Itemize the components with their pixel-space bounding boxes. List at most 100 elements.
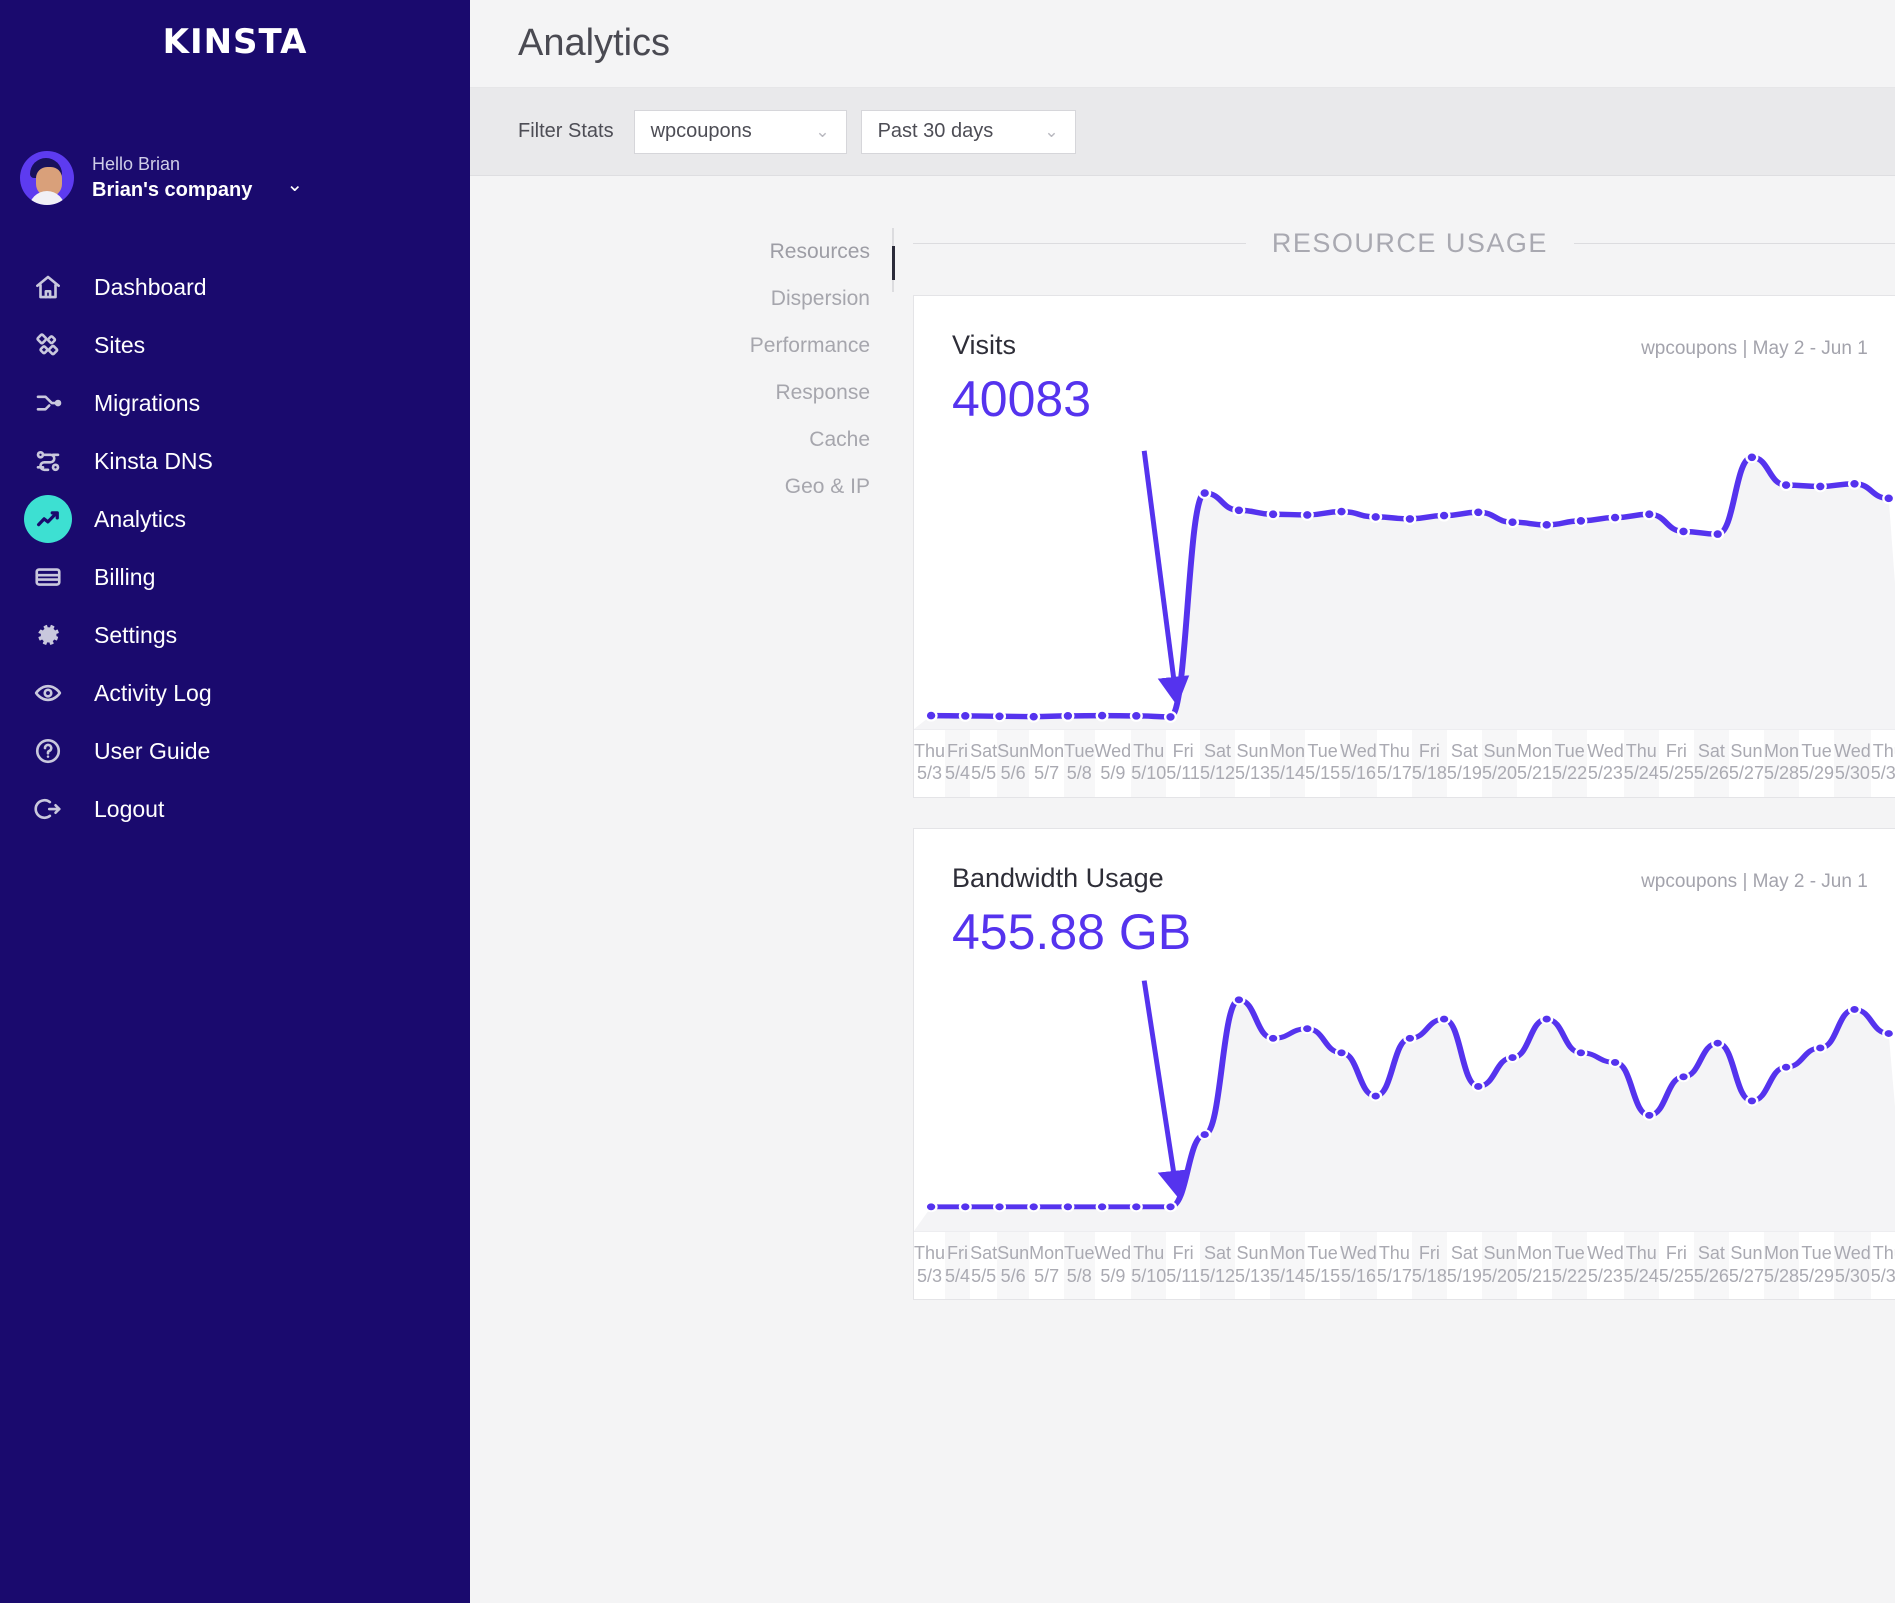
axis-tick-dow: Sat bbox=[1447, 740, 1482, 763]
tab-response[interactable]: Response bbox=[712, 369, 870, 416]
sidebar-item-migrations[interactable]: Migrations bbox=[0, 374, 470, 432]
date-range-value: Past 30 days bbox=[878, 120, 994, 143]
axis-tick-dow: Thu bbox=[1377, 1242, 1412, 1265]
section-header: RESOURCE USAGE bbox=[913, 228, 1895, 259]
axis-tick: Fri 5/25 bbox=[1659, 1232, 1694, 1299]
axis-tick-dow: Fri bbox=[1166, 1242, 1200, 1265]
axis-tick-date: 5/26 bbox=[1694, 1265, 1729, 1288]
sidebar-item-kinsta-dns[interactable]: Kinsta DNS bbox=[0, 432, 470, 490]
axis-tick-dow: Thu bbox=[914, 1242, 945, 1265]
chevron-down-icon[interactable]: ⌄ bbox=[286, 172, 303, 197]
axis-tick-date: 5/28 bbox=[1764, 1265, 1799, 1288]
axis-tick-dow: Fri bbox=[1659, 1242, 1694, 1265]
sidebar-item-billing[interactable]: Billing bbox=[0, 548, 470, 606]
axis-tick: Sun 5/27 bbox=[1729, 1232, 1764, 1299]
app-root: KINSTA Hello Brian Brian's company ⌄ Das… bbox=[0, 0, 1895, 1603]
sidebar: KINSTA Hello Brian Brian's company ⌄ Das… bbox=[0, 0, 470, 1603]
axis-tick-dow: Sun bbox=[1729, 1242, 1764, 1265]
axis-tick: Tue 5/15 bbox=[1305, 1232, 1340, 1299]
axis-tick-dow: Tue bbox=[1064, 1242, 1094, 1265]
axis-tick: Thu 5/10 bbox=[1131, 1232, 1166, 1299]
axis-tick-dow: Sun bbox=[1235, 1242, 1270, 1265]
axis-tick-dow: Sun bbox=[1729, 740, 1764, 763]
axis-tick-dow: Thu bbox=[1131, 740, 1166, 763]
axis-tick-date: 5/17 bbox=[1377, 762, 1412, 785]
axis-tick-dow: Sat bbox=[1200, 1242, 1235, 1265]
avatar-collar bbox=[29, 191, 65, 205]
axis-tick: Thu 5/17 bbox=[1377, 730, 1412, 797]
axis-tick-dow: Mon bbox=[1029, 740, 1064, 763]
axis-tick: Thu 5/3 bbox=[914, 730, 945, 797]
sidebar-item-logout[interactable]: Logout bbox=[0, 780, 470, 838]
card-value: 455.88 GB bbox=[914, 894, 1895, 962]
line-chart[interactable] bbox=[914, 961, 1895, 1231]
sidebar-item-activity-log[interactable]: Activity Log bbox=[0, 664, 470, 722]
sidebar-item-analytics[interactable]: Analytics bbox=[0, 490, 470, 548]
tab-geo-ip[interactable]: Geo & IP bbox=[712, 463, 870, 510]
chart-area[interactable] bbox=[914, 429, 1895, 729]
sidebar-item-label: Billing bbox=[94, 564, 155, 591]
axis-tick: Sun 5/13 bbox=[1235, 1232, 1270, 1299]
sidebar-nav: DashboardSitesMigrationsKinsta DNSAnalyt… bbox=[0, 258, 470, 838]
question-icon bbox=[24, 727, 72, 775]
axis-tick: Tue 5/29 bbox=[1799, 1232, 1834, 1299]
subnav-column: ResourcesDispersionPerformanceResponseCa… bbox=[470, 228, 892, 1330]
axis-tick: Wed 5/16 bbox=[1340, 730, 1377, 797]
user-company: Brian's company bbox=[92, 177, 252, 204]
card-header: Visits wpcoupons | May 2 - Jun 1 bbox=[914, 296, 1895, 361]
axis-tick: Sat 5/12 bbox=[1200, 1232, 1235, 1299]
axis-tick-dow: Sun bbox=[997, 1242, 1029, 1265]
main-content: Analytics Filter Stats wpcoupons ⌄ Past … bbox=[470, 0, 1895, 1603]
tab-performance[interactable]: Performance bbox=[712, 322, 870, 369]
axis-tick-dow: Thu bbox=[1624, 740, 1659, 763]
site-filter-select[interactable]: wpcoupons ⌄ bbox=[634, 110, 847, 154]
date-range-select[interactable]: Past 30 days ⌄ bbox=[861, 110, 1076, 154]
axis-tick-dow: Sun bbox=[1482, 740, 1517, 763]
axis-tick: Fri 5/25 bbox=[1659, 730, 1694, 797]
axis-tick-date: 5/9 bbox=[1095, 1265, 1132, 1288]
axis-tick-dow: Mon bbox=[1764, 740, 1799, 763]
axis-tick: Mon 5/28 bbox=[1764, 1232, 1799, 1299]
axis-tick: Sat 5/5 bbox=[970, 730, 997, 797]
axis-tick-date: 5/30 bbox=[1834, 762, 1871, 785]
axis-tick-dow: Tue bbox=[1552, 1242, 1587, 1265]
sidebar-item-user-guide[interactable]: User Guide bbox=[0, 722, 470, 780]
user-text: Hello Brian Brian's company bbox=[92, 152, 252, 203]
card-header: Bandwidth Usage wpcoupons | May 2 - Jun … bbox=[914, 829, 1895, 894]
axis-tick-dow: Thu bbox=[1871, 740, 1895, 763]
axis-tick-dow: Sun bbox=[1235, 740, 1270, 763]
axis-tick-date: 5/27 bbox=[1729, 762, 1764, 785]
line-chart[interactable] bbox=[914, 429, 1895, 729]
axis-tick: Mon 5/14 bbox=[1270, 1232, 1305, 1299]
axis-tick: Sat 5/26 bbox=[1694, 1232, 1729, 1299]
axis-tick: Sun 5/6 bbox=[997, 730, 1029, 797]
axis-tick-dow: Thu bbox=[914, 740, 945, 763]
axis-tick: Sat 5/26 bbox=[1694, 730, 1729, 797]
chevron-down-icon: ⌄ bbox=[1044, 122, 1058, 142]
analytics-content: ResourcesDispersionPerformanceResponseCa… bbox=[470, 176, 1895, 1330]
axis-tick-dow: Wed bbox=[1587, 740, 1624, 763]
sidebar-item-settings[interactable]: Settings bbox=[0, 606, 470, 664]
axis-tick-date: 5/7 bbox=[1029, 762, 1064, 785]
axis-tick-date: 5/20 bbox=[1482, 1265, 1517, 1288]
sidebar-item-dashboard[interactable]: Dashboard bbox=[0, 258, 470, 316]
axis-tick: Mon 5/7 bbox=[1029, 1232, 1064, 1299]
user-account-switcher[interactable]: Hello Brian Brian's company ⌄ bbox=[0, 146, 470, 210]
tab-dispersion[interactable]: Dispersion bbox=[712, 275, 870, 322]
card-meta: wpcoupons | May 2 - Jun 1 bbox=[1641, 330, 1868, 360]
axis-tick-date: 5/14 bbox=[1270, 1265, 1305, 1288]
axis-tick: Mon 5/14 bbox=[1270, 730, 1305, 797]
chart-area[interactable] bbox=[914, 961, 1895, 1231]
axis-tick-date: 5/7 bbox=[1029, 1265, 1064, 1288]
filter-bar: Filter Stats wpcoupons ⌄ Past 30 days ⌄ bbox=[470, 88, 1895, 176]
sidebar-item-sites[interactable]: Sites bbox=[0, 316, 470, 374]
axis-tick-date: 5/12 bbox=[1200, 1265, 1235, 1288]
tab-resources[interactable]: Resources bbox=[712, 228, 870, 275]
axis-tick-dow: Fri bbox=[1412, 740, 1447, 763]
kinsta-logo[interactable]: KINSTA bbox=[0, 0, 470, 84]
axis-tick: Tue 5/8 bbox=[1064, 730, 1094, 797]
axis-tick-dow: Wed bbox=[1834, 1242, 1871, 1265]
sidebar-item-label: Logout bbox=[94, 796, 164, 823]
chart-x-axis: Thu 5/3 Fri 5/4 Sat 5/5 Sun 5/6 Mon 5/7 … bbox=[914, 729, 1895, 797]
tab-cache[interactable]: Cache bbox=[712, 416, 870, 463]
